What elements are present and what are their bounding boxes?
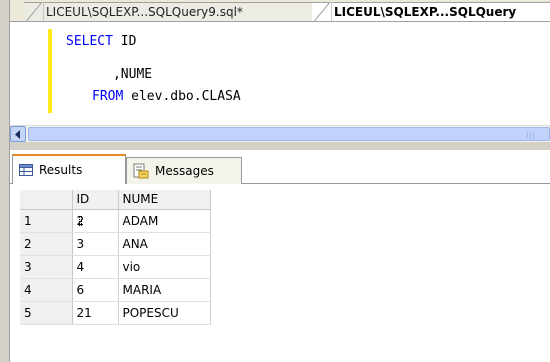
results-pane: Results Messages ID NUME 1 2 ADAM 2 3 AN… <box>10 150 550 362</box>
cell-id[interactable]: 21 <box>72 301 119 325</box>
code-line-2: ,NUME <box>66 67 152 83</box>
cell-nume[interactable]: ADAM <box>118 209 211 233</box>
grip-icon: ||| <box>526 131 537 139</box>
row-number[interactable]: 4 <box>20 278 73 302</box>
code-text: ,NUME <box>66 67 153 82</box>
row-number[interactable]: 3 <box>20 255 73 279</box>
table-row: 2 3 ANA <box>20 232 211 256</box>
column-header-id[interactable]: ID <box>72 190 119 210</box>
results-grid[interactable]: ID NUME 1 2 ADAM 2 3 ANA 3 4 vio 4 6 MAR… <box>20 190 211 325</box>
cell-id[interactable]: 4 <box>72 255 119 279</box>
document-tab-bar: LICEUL\SQLEXP...SQLQuery9.sql* LICEUL\SQ… <box>10 0 550 22</box>
grid-icon <box>19 164 33 176</box>
tab-slant-icon <box>313 2 332 21</box>
cell-id[interactable]: 6 <box>72 278 119 302</box>
grid-header-row: ID NUME <box>20 190 211 210</box>
scroll-thumb[interactable]: ||| <box>28 127 550 141</box>
code-text: ID <box>112 34 137 49</box>
keyword-select: SELECT <box>66 34 113 49</box>
results-tab-strip: Results Messages <box>10 150 550 184</box>
tab-sqlquery9[interactable]: LICEUL\SQLEXP...SQLQuery9.sql* <box>24 2 314 21</box>
table-row: 1 2 ADAM <box>20 209 211 233</box>
arrow-left-icon <box>15 129 20 139</box>
cell-id[interactable]: 2 <box>72 209 119 233</box>
tab-results-label: Results <box>39 163 83 177</box>
tab-results[interactable]: Results <box>12 154 126 184</box>
row-number[interactable]: 5 <box>20 301 73 325</box>
tab-messages-label: Messages <box>155 164 214 178</box>
cell-nume[interactable]: ANA <box>118 232 211 256</box>
editor-gutter <box>10 23 28 120</box>
tab-slant-icon <box>25 2 44 21</box>
left-border-strip <box>0 0 10 362</box>
row-number[interactable]: 2 <box>20 232 73 256</box>
messages-icon <box>133 163 149 179</box>
column-header-nume[interactable]: NUME <box>118 190 211 210</box>
cell-nume[interactable]: POPESCU <box>118 301 211 325</box>
sql-editor[interactable]: SELECT ID ,NUME FROM elev.dbo.CLASA <box>10 23 550 120</box>
tab-sqlquery9-label: LICEUL\SQLEXP...SQLQuery9.sql* <box>46 5 243 19</box>
cell-nume[interactable]: vio <box>118 255 211 279</box>
row-header-corner[interactable] <box>20 190 73 210</box>
pane-splitter[interactable] <box>10 142 550 150</box>
row-number[interactable]: 1 <box>20 209 73 233</box>
scroll-left-button[interactable] <box>10 126 26 142</box>
code-text: elev.dbo.CLASA <box>123 89 241 104</box>
tab-messages[interactable]: Messages <box>126 157 242 184</box>
cell-nume[interactable]: MARIA <box>118 278 211 302</box>
change-marker-bar <box>48 29 52 113</box>
cell-id[interactable]: 3 <box>72 232 119 256</box>
code-line-1: SELECT ID <box>66 34 136 50</box>
cell-id-value: 2 <box>76 213 85 228</box>
code-line-3: FROM elev.dbo.CLASA <box>92 89 241 105</box>
table-row: 4 6 MARIA <box>20 278 211 302</box>
keyword-from: FROM <box>92 89 124 104</box>
table-row: 3 4 vio <box>20 255 211 279</box>
horizontal-scrollbar[interactable]: ||| <box>10 125 550 142</box>
tab-sqlquery-active[interactable]: LICEUL\SQLEXP...SQLQuery <box>312 2 550 21</box>
tab-sqlquery-active-label: LICEUL\SQLEXP...SQLQuery <box>334 5 517 19</box>
table-row: 5 21 POPESCU <box>20 301 211 325</box>
